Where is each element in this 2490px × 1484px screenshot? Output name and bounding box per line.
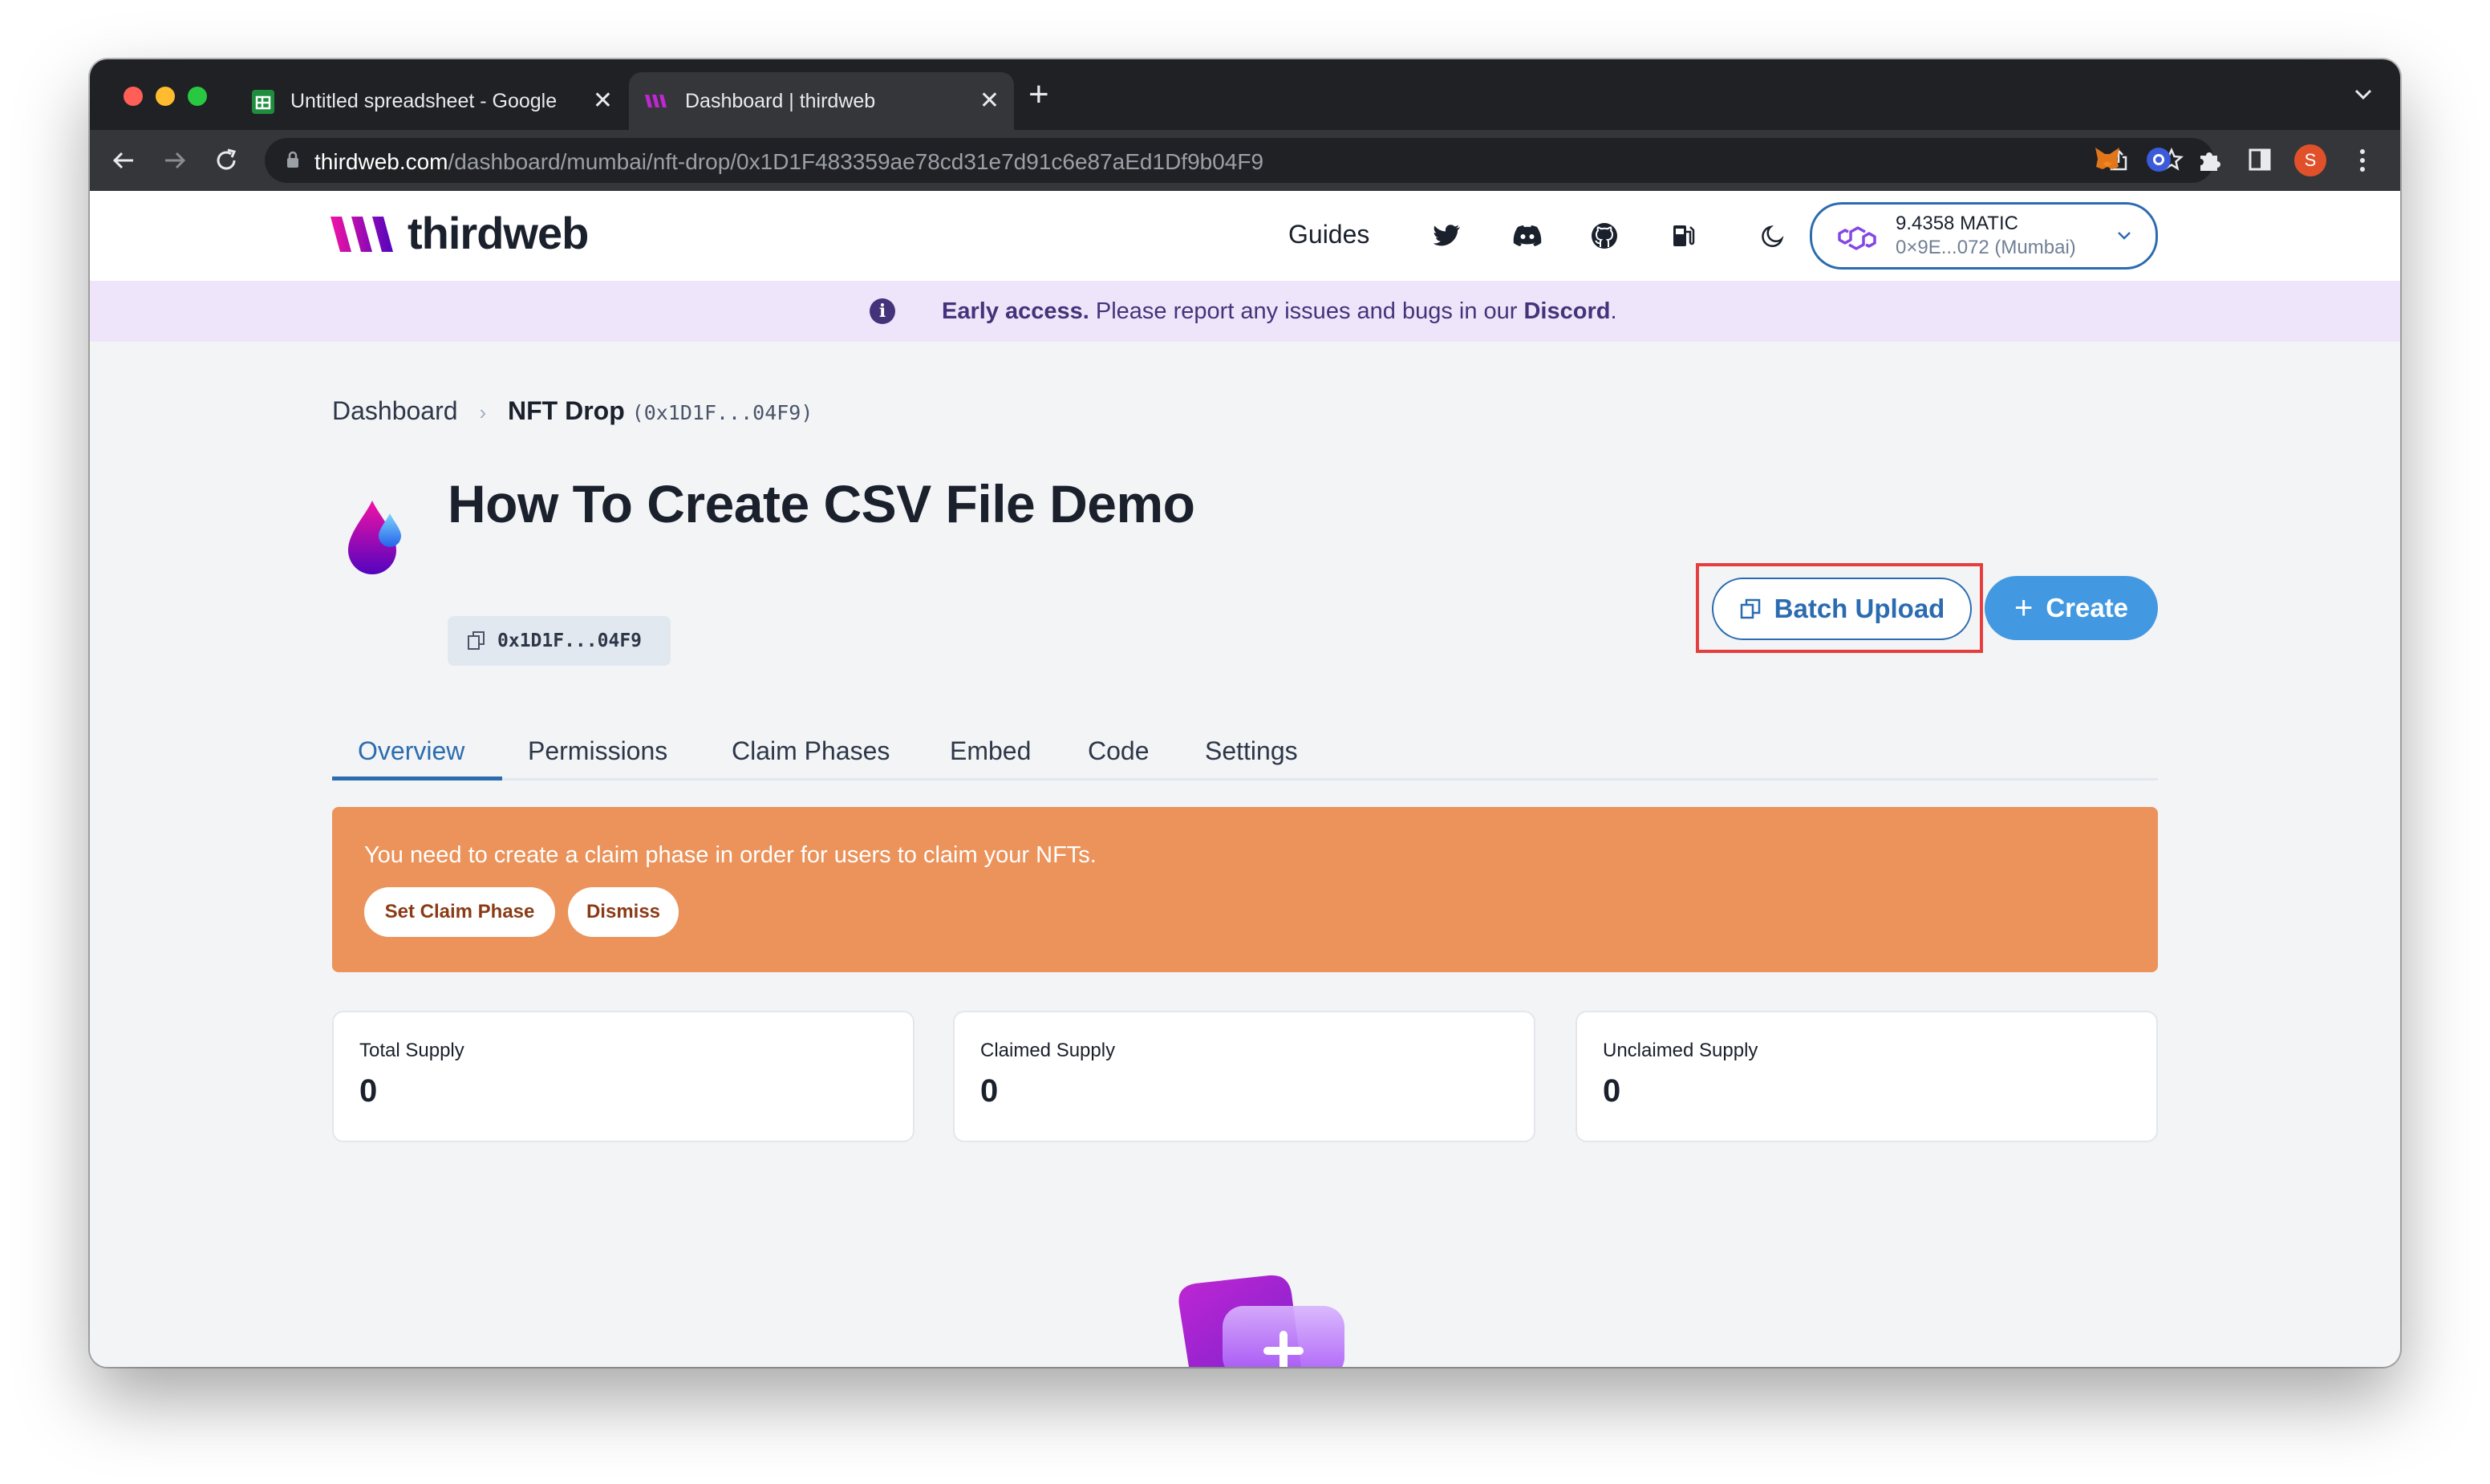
tab-overview[interactable]: Overview xyxy=(358,736,464,766)
extension-circle-icon[interactable] xyxy=(2147,148,2171,172)
alert-message: You need to create a claim phase in orde… xyxy=(364,842,1097,868)
url-domain: thirdweb.com xyxy=(314,149,448,174)
maximize-window-button[interactable] xyxy=(188,87,207,106)
tab-claim-phases[interactable]: Claim Phases xyxy=(732,736,890,766)
banner-message: Please report any issues and bugs in our xyxy=(1089,298,1524,324)
batch-upload-button[interactable]: Batch Upload xyxy=(1712,578,1972,640)
tabs-divider xyxy=(332,778,2158,781)
create-button[interactable]: + Create xyxy=(1985,576,2158,640)
browser-toolbar: thirdweb.com/dashboard/mumbai/nft-drop/0… xyxy=(90,130,2400,191)
tab-permissions[interactable]: Permissions xyxy=(528,736,667,766)
copy-icon xyxy=(467,630,486,655)
breadcrumb: Dashboard › NFT Drop (0x1D1F...04F9) xyxy=(332,396,813,426)
thirdweb-logo-icon xyxy=(645,93,669,113)
browser-menu-icon[interactable] xyxy=(2358,148,2366,177)
close-tab-icon[interactable]: ✕ xyxy=(979,89,1000,113)
browser-tab-strip: Untitled spreadsheet - Google ✕ Dashboar… xyxy=(90,59,2400,130)
create-label: Create xyxy=(2046,593,2129,622)
banner-end: . xyxy=(1610,298,1617,324)
tab-search-chevron-icon[interactable] xyxy=(2354,88,2373,105)
new-tab-icon[interactable]: + xyxy=(1028,77,1049,112)
twitter-icon[interactable] xyxy=(1430,218,1465,253)
nav-guides-link[interactable]: Guides xyxy=(1288,220,1369,249)
url-text: thirdweb.com/dashboard/mumbai/nft-drop/0… xyxy=(314,149,1263,175)
info-icon: i xyxy=(870,298,895,324)
close-window-button[interactable] xyxy=(124,87,143,106)
tab-active-indicator xyxy=(332,776,502,781)
contract-address-chip[interactable]: 0x1D1F...04F9 xyxy=(448,616,671,666)
set-claim-phase-button[interactable]: Set Claim Phase xyxy=(364,887,555,937)
card-label: Claimed Supply xyxy=(980,1040,1116,1061)
browser-tab-thirdweb[interactable]: Dashboard | thirdweb ✕ xyxy=(629,72,1014,130)
minimize-window-button[interactable] xyxy=(156,87,175,106)
browser-window: Untitled spreadsheet - Google ✕ Dashboar… xyxy=(90,59,2400,1367)
profile-avatar[interactable]: S xyxy=(2294,144,2326,176)
unclaimed-supply-card: Unclaimed Supply 0 xyxy=(1576,1011,2158,1142)
brand-wordmark: thirdweb xyxy=(408,208,589,258)
add-nft-illustration-icon xyxy=(1157,1274,1365,1367)
nft-drop-icon xyxy=(342,494,409,586)
thirdweb-logo[interactable] xyxy=(331,213,399,259)
claimed-supply-card: Claimed Supply 0 xyxy=(953,1011,1535,1142)
breadcrumb-current: NFT Drop xyxy=(508,396,625,425)
side-panel-icon[interactable] xyxy=(2248,148,2272,176)
tab-title: Dashboard | thirdweb xyxy=(685,90,876,112)
contract-address: 0x1D1F...04F9 xyxy=(497,630,643,651)
tab-code[interactable]: Code xyxy=(1088,736,1150,766)
github-icon[interactable] xyxy=(1587,218,1622,253)
breadcrumb-dashboard[interactable]: Dashboard xyxy=(332,396,458,425)
wallet-address: 0×9E...072 (Mumbai) xyxy=(1896,237,2076,258)
card-label: Total Supply xyxy=(359,1040,464,1061)
wallet-balance: 9.4358 MATIC xyxy=(1896,213,2018,234)
plus-icon: + xyxy=(2013,590,2034,626)
browser-tab-spreadsheet[interactable]: Untitled spreadsheet - Google ✕ xyxy=(242,72,627,130)
discord-link[interactable]: Discord xyxy=(1523,298,1610,324)
page-title: How To Create CSV File Demo xyxy=(448,474,1195,533)
banner-strong: Early access. xyxy=(942,298,1089,324)
url-path: /dashboard/mumbai/nft-drop/0x1D1F483359a… xyxy=(448,149,1264,174)
card-value: 0 xyxy=(359,1073,378,1109)
gas-pump-icon[interactable] xyxy=(1665,218,1701,253)
card-value: 0 xyxy=(1603,1073,1621,1109)
batch-upload-icon xyxy=(1739,598,1762,620)
wallet-button[interactable]: 9.4358 MATIC 0×9E...072 (Mumbai) xyxy=(1810,202,2158,270)
claim-phase-alert: You need to create a claim phase in orde… xyxy=(332,807,2158,972)
back-icon[interactable] xyxy=(111,148,136,177)
breadcrumb-chevron-icon: › xyxy=(479,400,487,424)
breadcrumb-address: (0x1D1F...04F9) xyxy=(631,401,813,424)
address-bar[interactable]: thirdweb.com/dashboard/mumbai/nft-drop/0… xyxy=(265,138,2214,183)
banner-text: Early access. Please report any issues a… xyxy=(942,298,1617,325)
tab-embed[interactable]: Embed xyxy=(950,736,1031,766)
google-sheets-icon xyxy=(252,90,274,114)
tab-title: Untitled spreadsheet - Google xyxy=(290,90,558,112)
lock-icon xyxy=(286,151,300,172)
batch-upload-label: Batch Upload xyxy=(1774,594,1945,623)
card-value: 0 xyxy=(980,1073,999,1109)
discord-icon[interactable] xyxy=(1510,218,1545,253)
extensions-puzzle-icon[interactable] xyxy=(2196,148,2222,177)
early-access-banner: i Early access. Please report any issues… xyxy=(90,281,2400,342)
forward-icon[interactable] xyxy=(162,148,188,177)
close-tab-icon[interactable]: ✕ xyxy=(593,89,613,113)
page-content: thirdweb Guides 9.4358 MATIC 0×9E...072 … xyxy=(90,191,2400,1367)
reload-icon[interactable] xyxy=(213,148,239,177)
chevron-down-icon xyxy=(2117,230,2131,245)
total-supply-card: Total Supply 0 xyxy=(332,1011,914,1142)
site-header: thirdweb Guides 9.4358 MATIC 0×9E...072 … xyxy=(90,191,2400,281)
polygon-icon xyxy=(1836,221,1878,260)
metamask-fox-icon[interactable] xyxy=(2094,146,2121,176)
dismiss-button[interactable]: Dismiss xyxy=(568,887,679,937)
card-label: Unclaimed Supply xyxy=(1603,1040,1758,1061)
moon-icon[interactable] xyxy=(1755,218,1790,253)
tab-settings[interactable]: Settings xyxy=(1205,736,1298,766)
